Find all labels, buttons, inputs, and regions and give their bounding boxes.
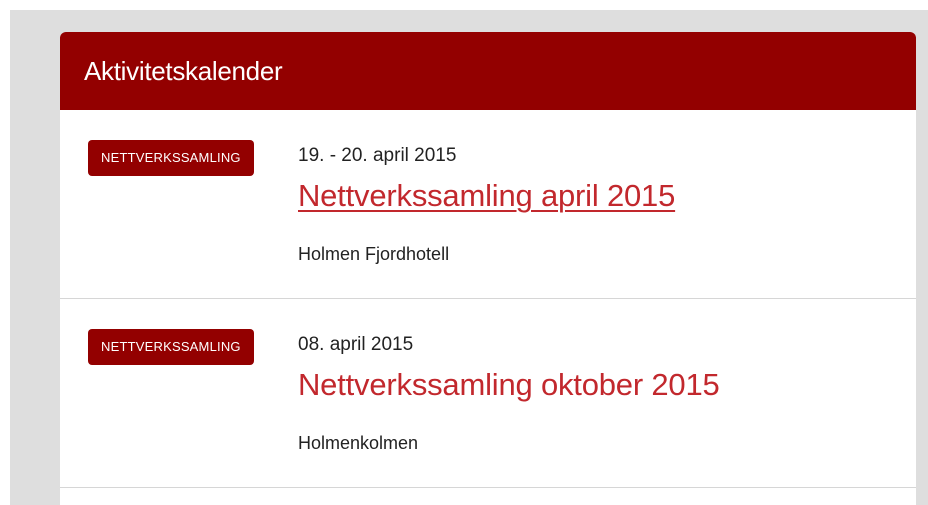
event-list-item: NETTVERKSSAMLING 19. - 20. april 2015 Ne… [60, 110, 916, 299]
activity-calendar-panel: Aktivitetskalender NETTVERKSSAMLING 19. … [60, 32, 916, 505]
event-date: 19. - 20. april 2015 [298, 145, 457, 166]
category-badge[interactable]: NETTVERKSSAMLING [88, 140, 254, 176]
panel-title: Aktivitetskalender [84, 55, 283, 86]
event-location: Holmen Fjordhotell [298, 244, 450, 264]
event-location: Holmenkolmen [298, 433, 419, 453]
event-title-link[interactable]: Nettverkssamling oktober 2015 [298, 367, 720, 403]
event-list-item: NETTVERKSSAMLING 08. april 2015 Nettverk… [60, 299, 916, 488]
event-title-link[interactable]: Nettverkssamling april 2015 [298, 178, 675, 214]
event-date: 08. april 2015 [298, 334, 414, 355]
category-badge[interactable]: NETTVERKSSAMLING [88, 329, 254, 365]
panel-header: Aktivitetskalender [60, 32, 916, 110]
